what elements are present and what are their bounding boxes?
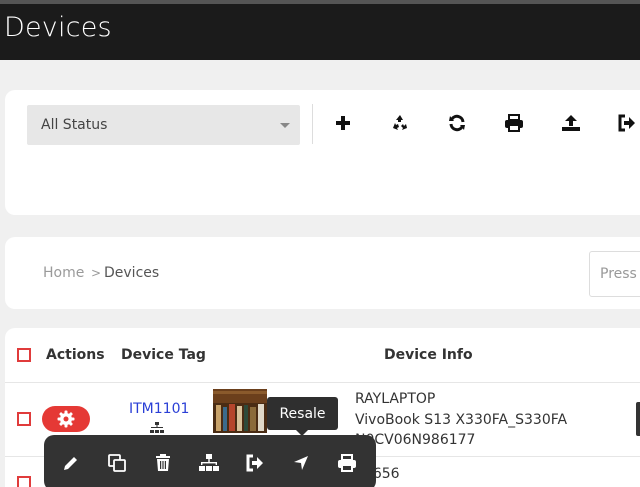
page-header: Devices bbox=[0, 4, 640, 60]
status-filter-value: All Status bbox=[41, 117, 108, 133]
print-button[interactable] bbox=[501, 110, 527, 136]
print-icon bbox=[338, 454, 356, 472]
column-header-actions: Actions bbox=[46, 347, 105, 363]
add-device-button[interactable] bbox=[330, 110, 356, 136]
delete-icon bbox=[156, 454, 170, 471]
device-thumbnail bbox=[213, 389, 267, 433]
device-tag-link[interactable]: ITM1101 bbox=[129, 401, 189, 417]
resale-tooltip: Resale bbox=[267, 397, 338, 430]
edit-button[interactable] bbox=[59, 451, 83, 475]
resale-button[interactable] bbox=[289, 451, 313, 475]
copy-icon bbox=[108, 454, 126, 472]
status-filter-select[interactable]: All Status bbox=[27, 105, 300, 145]
hierarchy-button[interactable] bbox=[197, 451, 221, 475]
recycle-icon bbox=[393, 115, 407, 130]
plus-icon bbox=[336, 116, 350, 130]
upload-button[interactable] bbox=[558, 110, 584, 136]
column-header-device-info[interactable]: Device Info bbox=[384, 347, 473, 363]
table-row-divider bbox=[5, 382, 640, 383]
delete-button[interactable] bbox=[151, 451, 175, 475]
upload-icon bbox=[562, 115, 580, 131]
device-info-model: VivoBook S13 X330FA_S330FA bbox=[355, 412, 568, 428]
sign-out-button[interactable] bbox=[614, 110, 640, 136]
breadcrumb-home[interactable]: Home bbox=[43, 265, 84, 281]
row-side-handle[interactable] bbox=[636, 402, 640, 436]
row-checkbox[interactable] bbox=[17, 412, 31, 426]
recycle-button[interactable] bbox=[387, 110, 413, 136]
device-info-name: RAYLAPTOP bbox=[355, 391, 436, 407]
refresh-icon bbox=[449, 114, 465, 132]
search-input[interactable]: Press bbox=[589, 251, 640, 297]
checkout-icon bbox=[246, 454, 263, 472]
hierarchy-icon bbox=[199, 454, 219, 471]
column-header-device-tag[interactable]: Device Tag bbox=[121, 347, 206, 363]
checkout-button[interactable] bbox=[243, 451, 267, 475]
gear-icon bbox=[57, 410, 75, 428]
row-actions-button[interactable] bbox=[42, 406, 90, 432]
navigate-icon bbox=[294, 456, 308, 470]
edit-icon bbox=[64, 457, 77, 470]
print-row-button[interactable] bbox=[335, 451, 359, 475]
breadcrumb-current: Devices bbox=[104, 265, 160, 281]
toolbar-divider bbox=[312, 104, 313, 144]
row-action-bar bbox=[44, 435, 376, 487]
breadcrumb-separator: > bbox=[91, 266, 102, 280]
refresh-button[interactable] bbox=[444, 110, 470, 136]
print-icon bbox=[505, 114, 523, 132]
search-placeholder: Press bbox=[600, 266, 637, 282]
row-checkbox[interactable] bbox=[17, 476, 31, 487]
page-title: Devices bbox=[4, 12, 112, 43]
select-all-checkbox[interactable] bbox=[17, 348, 31, 362]
copy-button[interactable] bbox=[105, 451, 129, 475]
sign-out-icon bbox=[618, 114, 635, 132]
chevron-down-icon bbox=[280, 123, 290, 128]
